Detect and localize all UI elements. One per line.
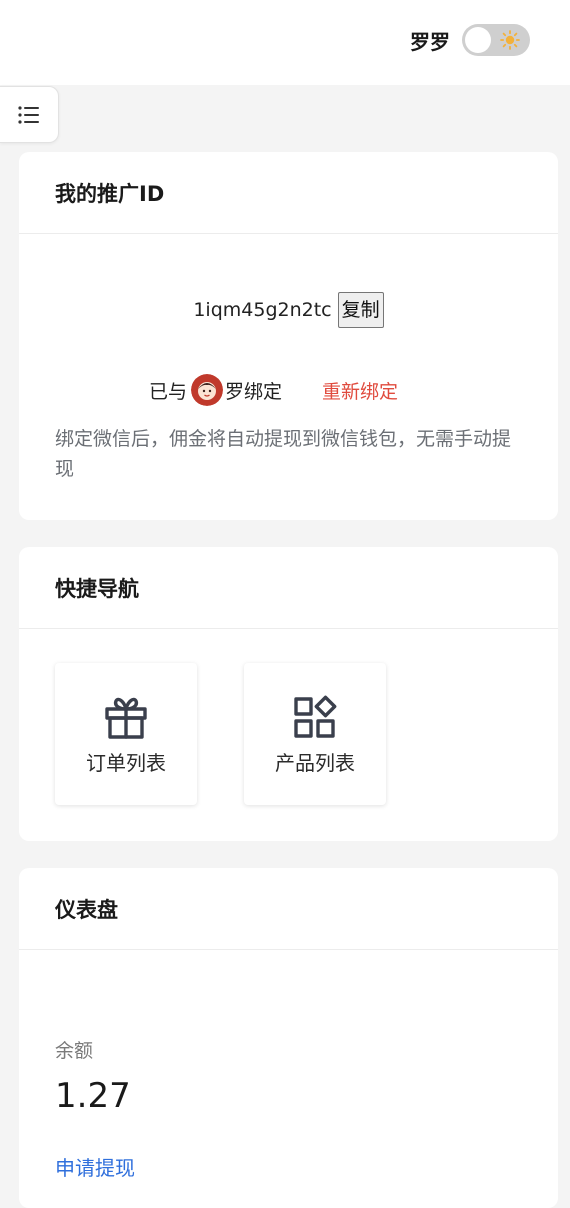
card-title: 快捷导航 xyxy=(55,576,139,601)
bind-name: 罗 xyxy=(225,381,245,403)
wechat-bind-row: 已与 罗 绑定 重新绑定 xyxy=(19,374,558,406)
list-icon xyxy=(18,106,39,124)
dashboard-card: 仪表盘 余额 1.27 申请提现 xyxy=(19,868,558,1208)
nav-tile-label: 订单列表 xyxy=(86,751,166,775)
nav-tile-products[interactable]: 产品列表 xyxy=(244,663,386,805)
username: 罗罗 xyxy=(410,30,450,54)
toggle-knob xyxy=(465,27,491,53)
nav-tile-orders[interactable]: 订单列表 xyxy=(55,663,197,805)
bind-suffix: 绑定 xyxy=(244,381,283,403)
balance-value: 1.27 xyxy=(55,1076,131,1116)
card-title: 仪表盘 xyxy=(55,897,118,922)
withdraw-link[interactable]: 申请提现 xyxy=(55,1152,135,1181)
menu-toggle-button[interactable] xyxy=(0,86,59,143)
apps-icon xyxy=(294,695,337,738)
theme-toggle[interactable] xyxy=(462,24,530,56)
promo-id-value: 1iqm45g2n2tc xyxy=(193,299,332,321)
card-header: 仪表盘 xyxy=(19,868,558,950)
bind-note: 绑定微信后，佣金将自动提现到微信钱包，无需手动提现 xyxy=(55,428,512,480)
nav-tile-label: 产品列表 xyxy=(275,751,355,775)
quick-nav-card: 快捷导航 订单列表 产品列表 xyxy=(19,547,558,841)
copy-button[interactable]: 复制 xyxy=(337,292,384,328)
promo-id-row: 1iqm45g2n2tc 复制 xyxy=(19,292,558,328)
rebind-link[interactable]: 重新绑定 xyxy=(322,377,398,404)
promo-id-card: 我的推广ID 1iqm45g2n2tc 复制 已与 罗 绑定 重新绑定 绑定微信… xyxy=(19,152,558,520)
balance-label: 余额 xyxy=(55,1040,94,1062)
sun-icon xyxy=(500,30,520,50)
gift-icon xyxy=(105,697,147,739)
card-title: 我的推广ID xyxy=(55,181,165,206)
avatar xyxy=(191,374,223,406)
top-bar: 罗罗 xyxy=(0,0,570,85)
card-header: 快捷导航 xyxy=(19,547,558,629)
card-header: 我的推广ID xyxy=(19,152,558,234)
bind-prefix: 已与 xyxy=(149,381,188,403)
